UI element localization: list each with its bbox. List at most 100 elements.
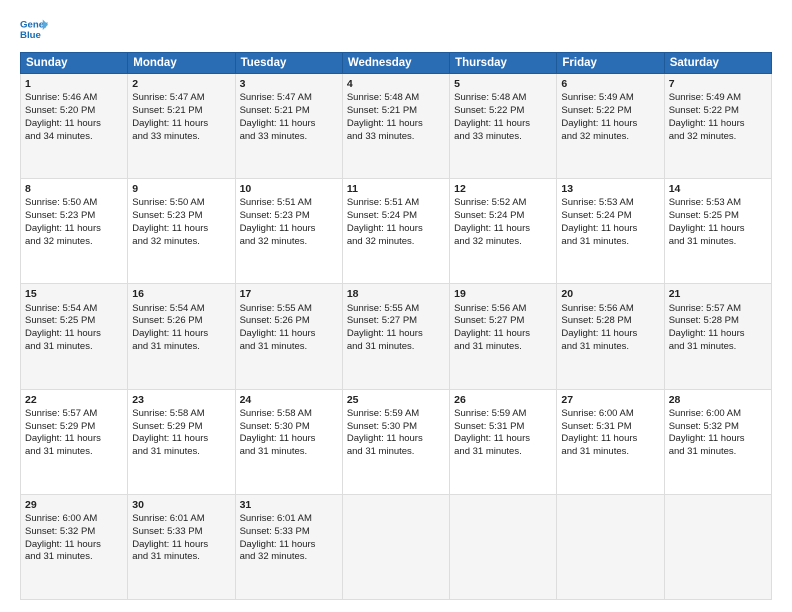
day-number: 23 <box>132 393 230 407</box>
day-info: Sunrise: 6:00 AM <box>669 408 741 419</box>
day-number: 11 <box>347 182 445 196</box>
day-info: Daylight: 11 hours <box>240 328 316 339</box>
day-number: 24 <box>240 393 338 407</box>
day-info: Sunset: 5:23 PM <box>25 210 95 221</box>
logo: General Blue <box>20 16 52 44</box>
day-info: Daylight: 11 hours <box>669 118 745 129</box>
day-info: and 33 minutes. <box>454 131 522 142</box>
day-info: Daylight: 11 hours <box>25 539 101 550</box>
day-info: and 33 minutes. <box>132 131 200 142</box>
day-info: Sunset: 5:28 PM <box>561 315 631 326</box>
calendar-cell: 22Sunrise: 5:57 AMSunset: 5:29 PMDayligh… <box>21 389 128 494</box>
day-info: Sunset: 5:24 PM <box>454 210 524 221</box>
day-info: and 32 minutes. <box>25 236 93 247</box>
day-info: Sunset: 5:26 PM <box>132 315 202 326</box>
day-info: Sunset: 5:22 PM <box>454 105 524 116</box>
svg-text:Blue: Blue <box>20 30 41 41</box>
day-info: and 32 minutes. <box>240 551 308 562</box>
calendar-cell: 17Sunrise: 5:55 AMSunset: 5:26 PMDayligh… <box>235 284 342 389</box>
day-info: Daylight: 11 hours <box>132 539 208 550</box>
calendar-cell: 10Sunrise: 5:51 AMSunset: 5:23 PMDayligh… <box>235 179 342 284</box>
day-info: and 32 minutes. <box>347 236 415 247</box>
day-info: Sunrise: 6:01 AM <box>240 513 312 524</box>
calendar-cell: 7Sunrise: 5:49 AMSunset: 5:22 PMDaylight… <box>664 74 771 179</box>
day-info: and 31 minutes. <box>347 341 415 352</box>
day-info: Daylight: 11 hours <box>25 223 101 234</box>
day-info: Sunset: 5:24 PM <box>347 210 417 221</box>
day-info: Sunrise: 5:48 AM <box>454 92 526 103</box>
day-info: and 33 minutes. <box>347 131 415 142</box>
day-info: Daylight: 11 hours <box>25 328 101 339</box>
day-info: and 31 minutes. <box>669 446 737 457</box>
day-info: Sunrise: 5:56 AM <box>454 303 526 314</box>
calendar-cell: 18Sunrise: 5:55 AMSunset: 5:27 PMDayligh… <box>342 284 449 389</box>
day-info: Sunrise: 5:55 AM <box>347 303 419 314</box>
day-number: 25 <box>347 393 445 407</box>
day-number: 26 <box>454 393 552 407</box>
day-info: Daylight: 11 hours <box>561 223 637 234</box>
day-info: Daylight: 11 hours <box>25 433 101 444</box>
day-info: Daylight: 11 hours <box>669 433 745 444</box>
day-info: and 33 minutes. <box>240 131 308 142</box>
calendar-week-row: 22Sunrise: 5:57 AMSunset: 5:29 PMDayligh… <box>21 389 772 494</box>
calendar-cell: 23Sunrise: 5:58 AMSunset: 5:29 PMDayligh… <box>128 389 235 494</box>
day-info: Sunset: 5:32 PM <box>25 526 95 537</box>
day-info: Daylight: 11 hours <box>561 433 637 444</box>
day-info: Sunrise: 5:55 AM <box>240 303 312 314</box>
day-number: 17 <box>240 287 338 301</box>
day-info: Sunset: 5:25 PM <box>25 315 95 326</box>
calendar-cell: 19Sunrise: 5:56 AMSunset: 5:27 PMDayligh… <box>450 284 557 389</box>
day-info: Sunrise: 5:49 AM <box>561 92 633 103</box>
day-number: 12 <box>454 182 552 196</box>
calendar-cell <box>664 494 771 599</box>
day-info: Daylight: 11 hours <box>240 433 316 444</box>
day-info: Daylight: 11 hours <box>347 433 423 444</box>
day-info: and 31 minutes. <box>561 341 629 352</box>
day-info: Daylight: 11 hours <box>240 223 316 234</box>
day-number: 16 <box>132 287 230 301</box>
day-info: Sunset: 5:31 PM <box>561 421 631 432</box>
day-info: Sunset: 5:29 PM <box>132 421 202 432</box>
day-info: Sunset: 5:25 PM <box>669 210 739 221</box>
col-header-friday: Friday <box>557 53 664 74</box>
day-info: Daylight: 11 hours <box>240 118 316 129</box>
day-info: Sunrise: 6:00 AM <box>561 408 633 419</box>
calendar-cell: 26Sunrise: 5:59 AMSunset: 5:31 PMDayligh… <box>450 389 557 494</box>
day-info: Sunset: 5:23 PM <box>132 210 202 221</box>
day-info: Sunrise: 6:00 AM <box>25 513 97 524</box>
day-number: 6 <box>561 77 659 91</box>
day-info: Daylight: 11 hours <box>132 118 208 129</box>
calendar-week-row: 1Sunrise: 5:46 AMSunset: 5:20 PMDaylight… <box>21 74 772 179</box>
day-info: and 32 minutes. <box>240 236 308 247</box>
calendar-cell <box>450 494 557 599</box>
day-info: and 31 minutes. <box>454 341 522 352</box>
day-info: Sunrise: 5:50 AM <box>25 197 97 208</box>
day-info: Daylight: 11 hours <box>669 328 745 339</box>
day-info: and 31 minutes. <box>561 236 629 247</box>
calendar-cell: 31Sunrise: 6:01 AMSunset: 5:33 PMDayligh… <box>235 494 342 599</box>
day-number: 5 <box>454 77 552 91</box>
day-number: 14 <box>669 182 767 196</box>
day-info: Sunset: 5:29 PM <box>25 421 95 432</box>
calendar-cell: 28Sunrise: 6:00 AMSunset: 5:32 PMDayligh… <box>664 389 771 494</box>
calendar-cell: 14Sunrise: 5:53 AMSunset: 5:25 PMDayligh… <box>664 179 771 284</box>
calendar-cell: 5Sunrise: 5:48 AMSunset: 5:22 PMDaylight… <box>450 74 557 179</box>
calendar-cell <box>557 494 664 599</box>
day-info: Sunset: 5:33 PM <box>240 526 310 537</box>
calendar-cell: 25Sunrise: 5:59 AMSunset: 5:30 PMDayligh… <box>342 389 449 494</box>
day-info: Sunrise: 5:47 AM <box>240 92 312 103</box>
calendar-cell: 15Sunrise: 5:54 AMSunset: 5:25 PMDayligh… <box>21 284 128 389</box>
calendar-cell: 30Sunrise: 6:01 AMSunset: 5:33 PMDayligh… <box>128 494 235 599</box>
day-info: Sunset: 5:23 PM <box>240 210 310 221</box>
calendar-week-row: 15Sunrise: 5:54 AMSunset: 5:25 PMDayligh… <box>21 284 772 389</box>
day-number: 9 <box>132 182 230 196</box>
day-number: 15 <box>25 287 123 301</box>
day-info: Sunrise: 5:53 AM <box>561 197 633 208</box>
day-info: and 31 minutes. <box>25 551 93 562</box>
page: General Blue SundayMondayTuesdayWednesda… <box>0 0 792 612</box>
day-info: Sunrise: 5:59 AM <box>454 408 526 419</box>
day-info: Sunset: 5:30 PM <box>347 421 417 432</box>
day-info: and 31 minutes. <box>132 341 200 352</box>
day-info: Sunset: 5:21 PM <box>347 105 417 116</box>
day-info: and 32 minutes. <box>561 131 629 142</box>
